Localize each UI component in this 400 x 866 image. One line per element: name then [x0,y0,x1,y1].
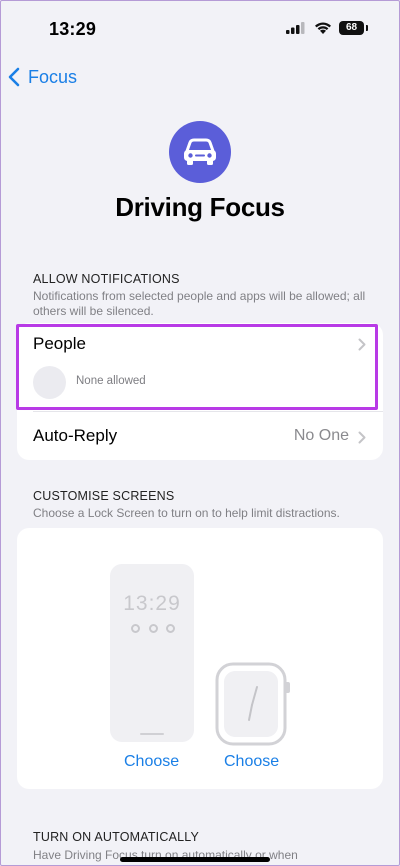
allow-notifications-description: Notifications from selected people and a… [33,289,366,318]
battery-nub [366,25,368,31]
battery-level: 68 [345,22,358,33]
chevron-right-icon [358,431,366,444]
status-bar: 13:29 68 [0,0,400,56]
customise-screens-description: Choose a Lock Screen to turn on to help … [33,506,340,520]
wifi-icon [315,22,331,34]
lock-screen-time: 13:29 [123,592,181,615]
choose-watch-face-button[interactable]: Choose [224,753,279,771]
cellular-signal-icon [286,22,305,34]
lock-screen-widgets [131,624,175,633]
home-indicator-bar[interactable] [120,857,270,862]
customise-screens-header: CUSTOMISE SCREENS [33,489,175,503]
widget-circle [131,624,140,633]
auto-reply-value: No One [293,427,349,444]
widget-circle [148,624,158,633]
customise-screens-card: 13:29 Choose Choose [17,528,383,789]
back-button[interactable]: Focus [8,64,77,90]
auto-reply-row[interactable]: Auto-Reply No One [17,412,383,460]
turn-on-automatically-header: TURN ON AUTOMATICALLY [33,830,200,844]
car-icon [184,138,216,165]
page-title: Driving Focus [115,192,285,222]
lock-screen-preview[interactable]: 13:29 [110,564,194,742]
chevron-left-icon [8,67,20,87]
auto-reply-label: Auto-Reply [33,426,118,445]
focus-icon-badge [169,121,231,183]
battery-icon: 68 [339,21,364,35]
choose-lock-screen-button[interactable]: Choose [124,753,179,771]
status-time: 13:29 [49,19,97,39]
watch-face-preview[interactable] [215,662,295,746]
allow-notifications-header: ALLOW NOTIFICATIONS [33,272,180,286]
home-indicator [140,733,164,735]
back-label: Focus [28,66,78,87]
widget-circle [166,624,175,633]
people-highlight-box [16,324,378,410]
